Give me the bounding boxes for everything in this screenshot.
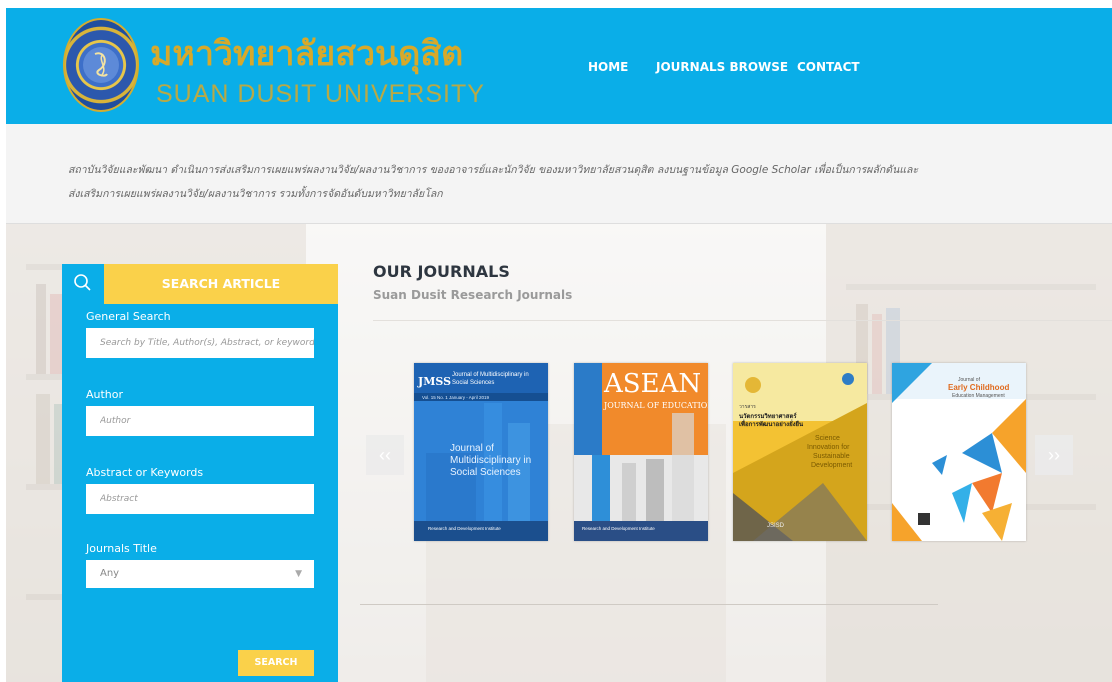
jmss-title-1: Journal of: [450, 443, 494, 454]
journal-cover-science-innovation[interactable]: วารสาร นวัตกรรมวิทยาศาสตร์ เพื่อการพัฒนา…: [733, 363, 867, 541]
early-line-2: Early Childhood: [948, 383, 1010, 392]
our-journals-heading: OUR JOURNALS: [373, 262, 510, 281]
journal-cover-asean[interactable]: ASEAN JOURNAL OF EDUCATION Research and …: [574, 363, 708, 541]
section-divider: [373, 320, 1112, 321]
science-en-1: Science: [815, 435, 840, 442]
journals-title-select[interactable]: Any ▼: [86, 560, 314, 588]
science-en-3: Sustainable: [813, 453, 850, 460]
jmss-footer: Research and Development Institute: [428, 526, 501, 531]
journals-title-selected: Any: [100, 568, 120, 579]
jmss-logo: JMSS: [418, 375, 452, 388]
abstract-input[interactable]: [86, 484, 314, 514]
search-article-title: SEARCH ARTICLE: [161, 276, 281, 291]
science-en-2: Innovation for: [807, 444, 850, 451]
search-button[interactable]: SEARCH: [238, 650, 314, 676]
carousel-prev-button[interactable]: ‹‹: [366, 435, 404, 475]
search-panel: SEARCH ARTICLE General Search Author Abs…: [62, 264, 338, 682]
carousel-next-button[interactable]: ››: [1035, 435, 1073, 475]
author-label: Author: [86, 388, 124, 401]
journals-title-label: Journals Title: [86, 542, 157, 555]
jmss-header-text: Journal of Multidisciplinary in Social S…: [452, 372, 529, 386]
intro-text: สถาบันวิจัยและพัฒนา ดำเนินการส่งเสริมการ…: [68, 158, 968, 206]
jmss-title-3: Social Sciences: [450, 467, 521, 478]
chevron-down-icon: ▼: [295, 569, 302, 579]
science-issn: JSISD: [767, 523, 785, 529]
search-icon[interactable]: [62, 264, 104, 304]
asean-footer: Research and Development Institute: [582, 526, 655, 531]
logo-thai-text[interactable]: มหาวิทยาลัยสวนดุสิต: [150, 26, 463, 80]
jmss-title-2: Multidisciplinary in: [450, 455, 532, 466]
journal-cover-jmss[interactable]: JMSS Journal of Multidisciplinary in Soc…: [414, 363, 548, 541]
intro-line-2: ส่งเสริมการเผยแพร่ผลงานวิจัย/ผลงานวิชากา…: [68, 188, 443, 200]
science-thai-3: เพื่อการพัฒนาอย่างยั่งยืน: [739, 422, 804, 428]
intro-line-1: สถาบันวิจัยและพัฒนา ดำเนินการส่งเสริมการ…: [68, 164, 919, 176]
general-search-label: General Search: [86, 310, 171, 323]
asean-subtitle: JOURNAL OF EDUCATION: [604, 401, 708, 410]
site-header: มหาวิทยาลัยสวนดุสิต SUAN DUSIT UNIVERSIT…: [6, 8, 1112, 124]
abstract-label: Abstract or Keywords: [86, 466, 204, 479]
science-thai-1: วารสาร: [739, 404, 756, 410]
general-search-input[interactable]: [86, 328, 314, 358]
our-journals-subheading: Suan Dusit Research Journals: [373, 288, 573, 302]
university-seal-icon[interactable]: [63, 18, 139, 112]
asean-title: ASEAN: [604, 369, 702, 399]
intro-band: สถาบันวิจัยและพัฒนา ดำเนินการส่งเสริมการ…: [6, 124, 1112, 224]
author-input[interactable]: [86, 406, 314, 436]
nav-home[interactable]: HOME: [588, 60, 628, 74]
search-article-header: SEARCH ARTICLE: [104, 264, 338, 304]
journal-cover-early-childhood[interactable]: Journal of Early Childhood Education Man…: [892, 363, 1026, 541]
nav-journals-browse[interactable]: JOURNALS BROWSE: [656, 60, 788, 74]
nav-contact[interactable]: CONTACT: [797, 60, 860, 74]
logo-english-text[interactable]: SUAN DUSIT UNIVERSITY: [156, 80, 485, 109]
jmss-issue: Vol. 15 No. 1 January - April 2019: [422, 395, 490, 400]
early-line-3: Education Management: [952, 393, 1005, 399]
carousel-divider: [360, 604, 938, 605]
science-en-4: Development: [811, 462, 853, 469]
